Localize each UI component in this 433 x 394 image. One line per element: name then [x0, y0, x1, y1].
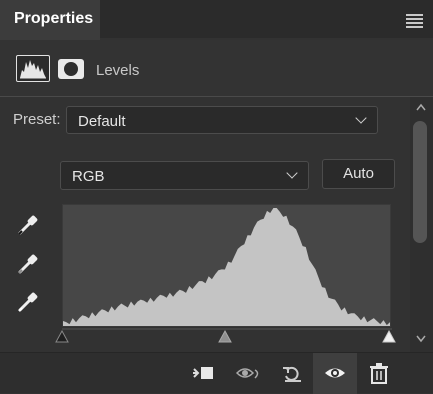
chevron-down-icon — [286, 167, 298, 179]
histogram-area — [63, 208, 390, 326]
visibility-eye-icon[interactable] — [323, 362, 347, 384]
channel-value: RGB — [72, 168, 105, 185]
scroll-down-icon[interactable] — [416, 335, 426, 343]
levels-adjustment-icon[interactable] — [16, 55, 50, 82]
white-point-handle[interactable] — [382, 329, 396, 343]
delete-trash-icon[interactable] — [367, 362, 391, 384]
levels-histogram — [62, 204, 391, 327]
chevron-down-icon — [355, 112, 367, 124]
view-previous-state-icon[interactable] — [236, 362, 260, 384]
adjustment-header: Levels — [0, 40, 433, 96]
scroll-up-icon[interactable] — [416, 103, 426, 111]
panel-tab-bar: Properties — [0, 0, 433, 40]
scroll-thumb[interactable] — [413, 121, 427, 243]
channel-dropdown[interactable]: RGB — [60, 161, 309, 190]
auto-button[interactable]: Auto — [322, 159, 395, 189]
properties-tab[interactable]: Properties — [0, 0, 100, 40]
preset-value: Default — [78, 113, 126, 130]
preset-dropdown[interactable]: Default — [66, 106, 378, 134]
preset-label: Preset: — [13, 111, 61, 128]
input-level-slider[interactable] — [55, 327, 399, 345]
clip-to-layer-icon[interactable] — [192, 362, 216, 384]
white-point-eyedropper-icon[interactable] — [16, 288, 42, 314]
panel-menu-icon[interactable] — [406, 14, 423, 28]
midtone-handle[interactable] — [218, 329, 232, 343]
black-point-eyedropper-icon[interactable] — [16, 211, 42, 237]
histogram-graph — [63, 208, 390, 326]
gray-point-eyedropper-icon[interactable] — [16, 250, 42, 276]
panel-scrollbar[interactable] — [410, 97, 433, 352]
bottom-toolbar — [0, 352, 433, 394]
black-point-handle[interactable] — [55, 329, 69, 343]
layer-mask-icon[interactable] — [58, 59, 84, 79]
reset-icon[interactable] — [281, 362, 305, 384]
adjustment-name: Levels — [96, 62, 140, 79]
